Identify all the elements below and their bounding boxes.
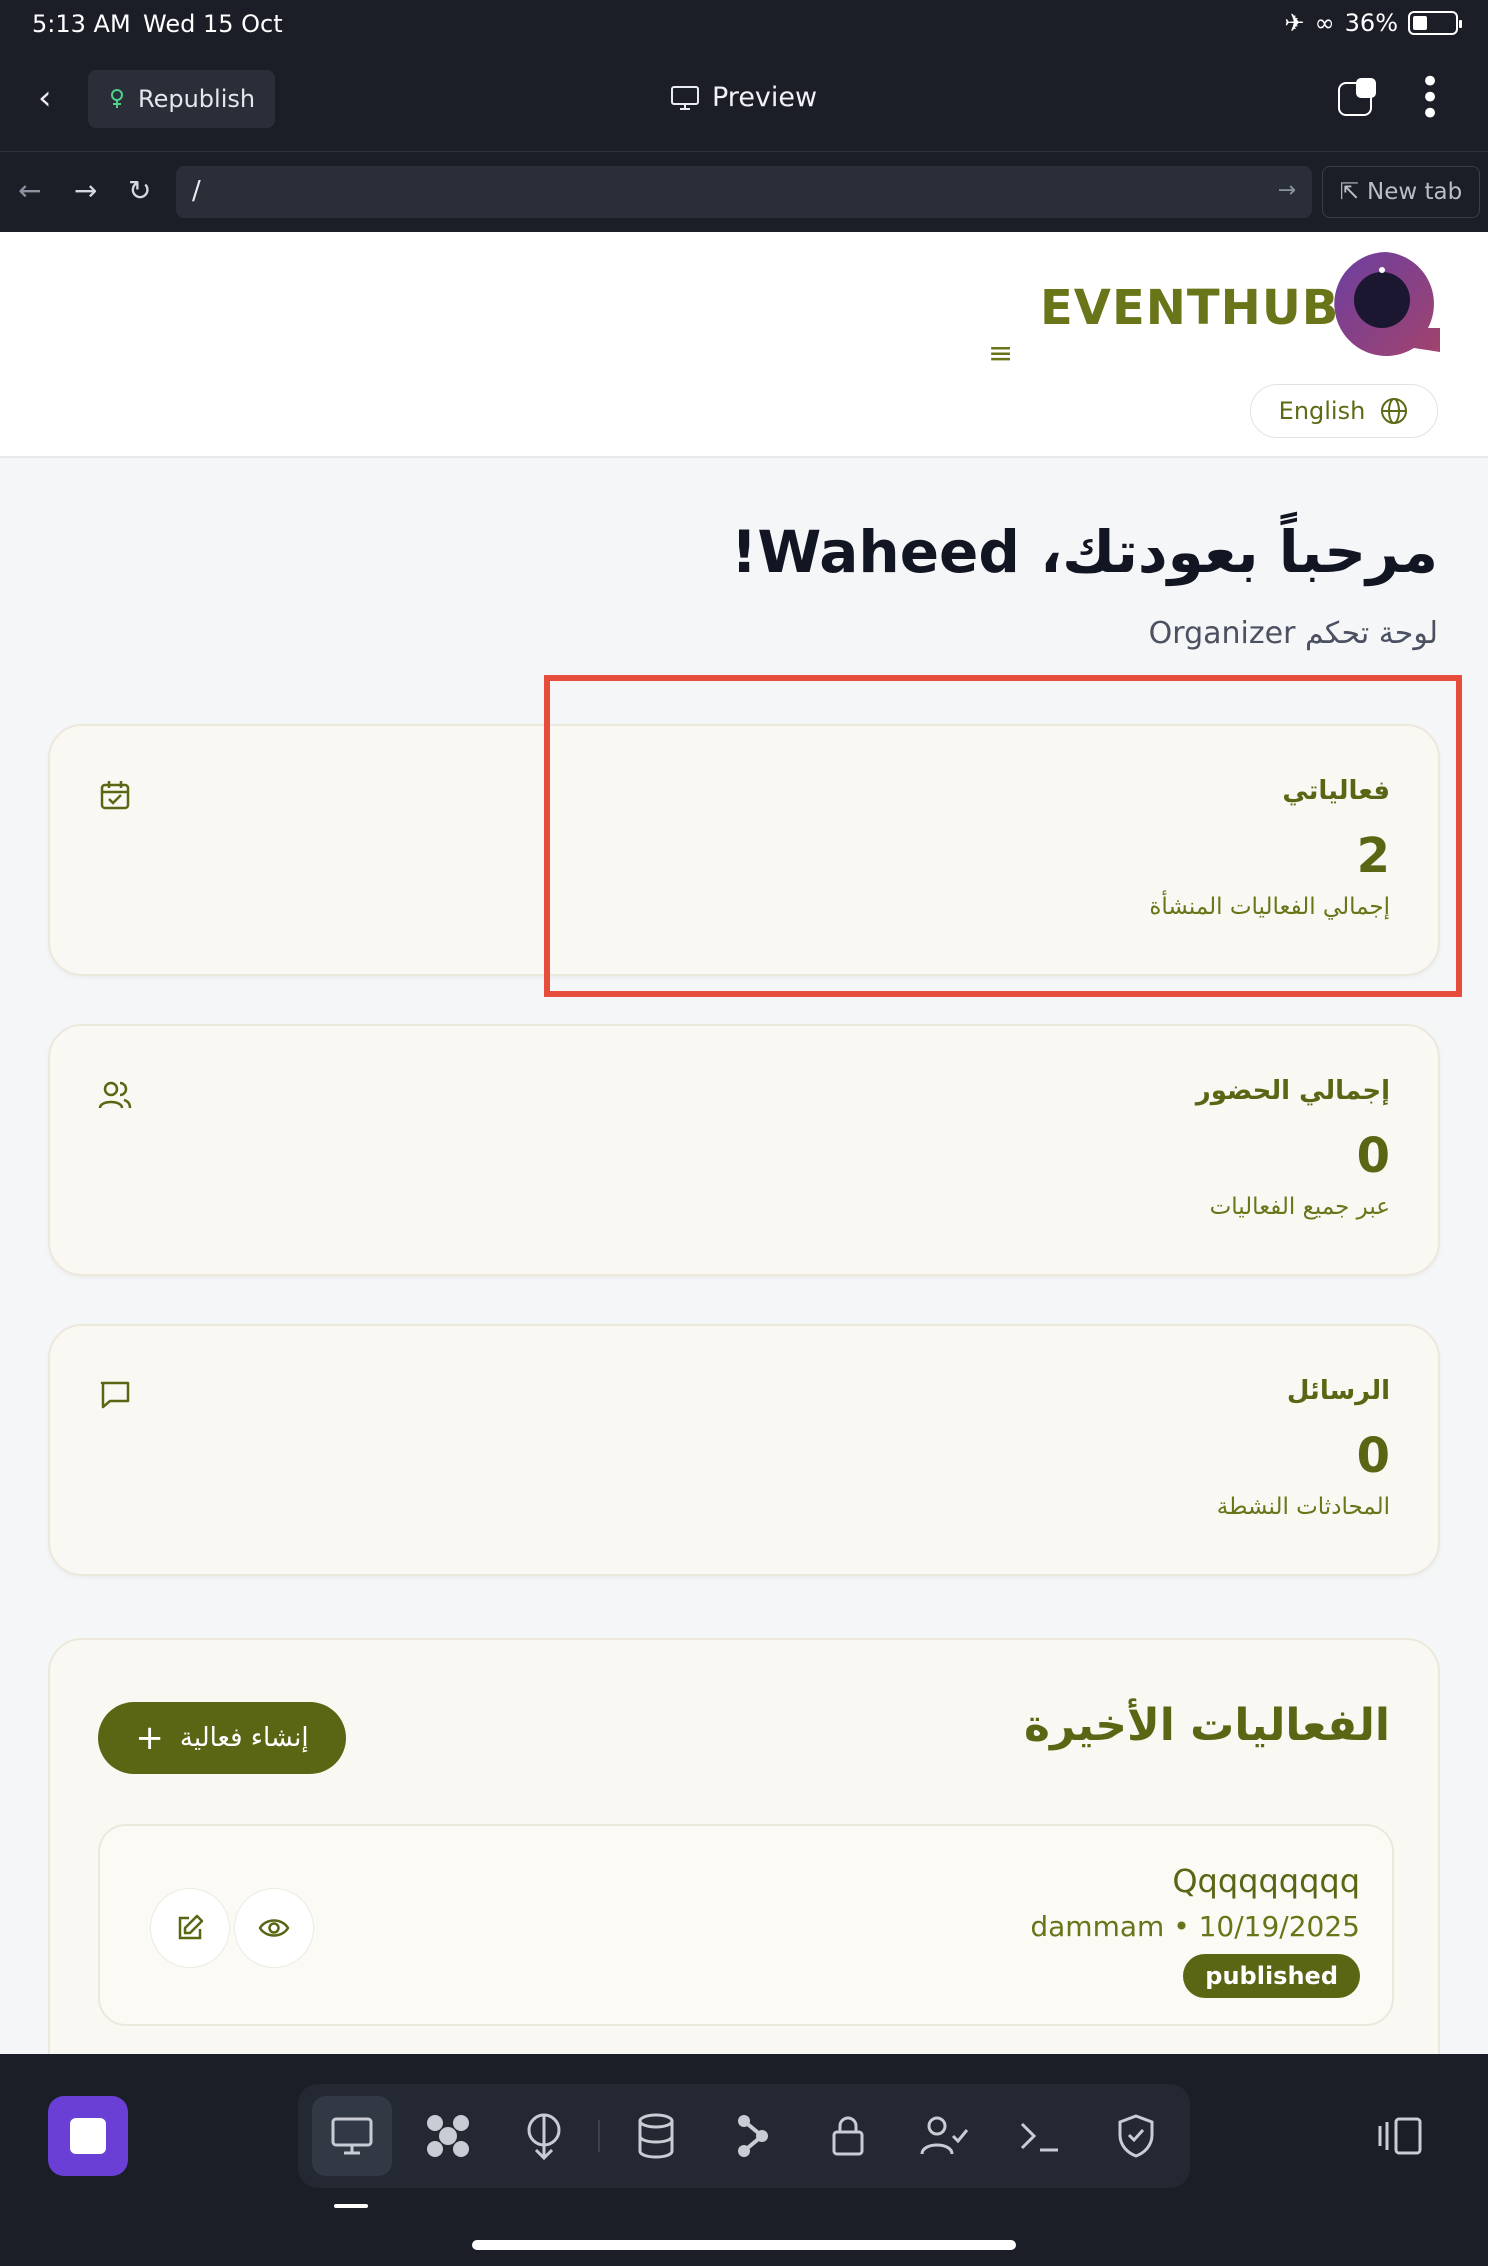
view-event-button[interactable] [234, 1888, 314, 1968]
status-date: Wed 15 Oct [143, 10, 283, 38]
status-right: ✈ ∞ 36% [1284, 9, 1462, 37]
reload-icon[interactable]: ↻ [128, 174, 151, 207]
security-tool-button[interactable] [1096, 2096, 1176, 2176]
app-toolbar: ‹ Republish Preview • • • [0, 48, 1488, 152]
users-icon [98, 1081, 132, 1109]
shield-check-icon [1118, 2114, 1154, 2158]
recent-events-section: الفعاليات الأخيرة إنشاء فعالية + Qqqqqqq… [48, 1638, 1440, 2054]
republish-label: Republish [138, 85, 256, 113]
back-chevron-icon[interactable]: ‹ [38, 78, 52, 118]
republish-icon [111, 89, 123, 108]
nav-forward-icon[interactable]: → [74, 174, 97, 207]
secrets-tool-button[interactable] [808, 2096, 888, 2176]
go-arrow-icon[interactable]: → [1278, 178, 1296, 203]
monitor-icon [331, 2117, 373, 2155]
plus-icon: + [135, 1718, 164, 1758]
integrations-tool-button[interactable] [408, 2096, 488, 2176]
auth-tool-button[interactable] [904, 2096, 984, 2176]
site-header: EVENTHUB ≡ English [0, 232, 1488, 458]
stat-description: المحادثات النشطة [1216, 1494, 1390, 1520]
stat-value: 0 [1356, 1428, 1390, 1484]
event-item[interactable]: Qqqqqqqqq dammam • 10/19/2025 published [98, 1824, 1394, 2026]
stat-description: عبر جميع الفعاليات [1209, 1194, 1390, 1220]
database-tool-button[interactable] [616, 2096, 696, 2176]
globe-icon [1381, 398, 1408, 424]
user-check-icon [920, 2116, 969, 2155]
bottom-dock [0, 2054, 1488, 2266]
more-menu-icon[interactable]: • • • [1420, 65, 1440, 131]
dock-separator [598, 2120, 600, 2152]
status-bar: 5:13 AM Wed 15 Oct ✈ ∞ 36% [0, 0, 1488, 48]
create-event-button[interactable]: إنشاء فعالية + [98, 1702, 346, 1774]
terminal-icon [1020, 2122, 1058, 2152]
new-tab-button[interactable]: ⇱ New tab [1322, 166, 1480, 218]
workflow-icon [738, 2115, 768, 2157]
welcome-heading: مرحباً بعودتك، Waheed! [730, 518, 1438, 586]
highlight-box [544, 675, 1462, 997]
tabs-icon[interactable] [1338, 78, 1376, 116]
database-icon [638, 2113, 674, 2159]
preview-label: Preview [712, 82, 818, 113]
active-tool-indicator [334, 2204, 368, 2208]
republish-button[interactable]: Republish [88, 70, 276, 128]
battery-icon [1408, 11, 1462, 35]
shell-tool-button[interactable] [1000, 2096, 1080, 2176]
language-label: English [1278, 397, 1366, 425]
grid-blob-icon [427, 2115, 469, 2157]
event-name: Qqqqqqqqq [1172, 1862, 1360, 1900]
battery-percent: 36% [1344, 9, 1398, 37]
eventhub-logo [1334, 252, 1440, 356]
deploy-tool-button[interactable] [504, 2096, 584, 2176]
status-badge: published [1183, 1954, 1360, 1998]
stat-value: 0 [1356, 1128, 1390, 1184]
dock-toolbar [298, 2084, 1190, 2188]
stat-title: الرسائل [1286, 1376, 1390, 1406]
address-bar: ← → ↻ / → ⇱ New tab [0, 152, 1488, 232]
preview-tool-button[interactable] [312, 2096, 392, 2176]
edit-event-button[interactable] [150, 1888, 230, 1968]
url-text: / [192, 176, 201, 206]
stat-title: إجمالي الحضور [1195, 1076, 1390, 1106]
workflow-tool-button[interactable] [712, 2096, 792, 2176]
calendar-check-icon [100, 781, 130, 810]
stat-card-attendance[interactable]: إجمالي الحضور 0 عبر جميع الفعاليات [48, 1024, 1440, 1276]
edit-icon [178, 1914, 204, 1940]
status-time: 5:13 AM [32, 10, 131, 38]
dashboard-subtitle: لوحة تحكم Organizer [1148, 616, 1438, 651]
recent-events-title: الفعاليات الأخيرة [1023, 1700, 1390, 1751]
home-indicator[interactable] [472, 2240, 1016, 2250]
message-icon [100, 1381, 130, 1409]
app-stop-button[interactable] [48, 2096, 128, 2176]
preview-title: Preview [670, 82, 817, 113]
web-page: EVENTHUB ≡ English مرحباً بعودتك، Waheed… [0, 232, 1488, 2054]
airplane-icon: ✈ [1284, 9, 1305, 37]
create-event-label: إنشاء فعالية [179, 1723, 309, 1753]
nav-back-icon[interactable]: ← [18, 174, 41, 207]
new-tab-label: New tab [1367, 179, 1463, 205]
deploy-icon [527, 2113, 561, 2160]
lock-icon [832, 2116, 864, 2156]
url-input[interactable]: / → [176, 166, 1312, 218]
external-link-icon: ⇱ [1339, 179, 1360, 205]
language-switch[interactable]: English [1250, 384, 1438, 438]
monitor-icon [671, 85, 699, 110]
hamburger-menu-icon[interactable]: ≡ [988, 336, 1013, 371]
event-meta: dammam • 10/19/2025 [1030, 1910, 1360, 1943]
brand-name[interactable]: EVENTHUB [1040, 280, 1339, 336]
sidebar-toggle-button[interactable] [1376, 2116, 1424, 2160]
sidebar-toggle-icon [1378, 2117, 1422, 2155]
stat-card-messages[interactable]: الرسائل 0 المحادثات النشطة [48, 1324, 1440, 1576]
link-icon: ∞ [1314, 9, 1335, 37]
eye-icon [258, 1919, 290, 1937]
